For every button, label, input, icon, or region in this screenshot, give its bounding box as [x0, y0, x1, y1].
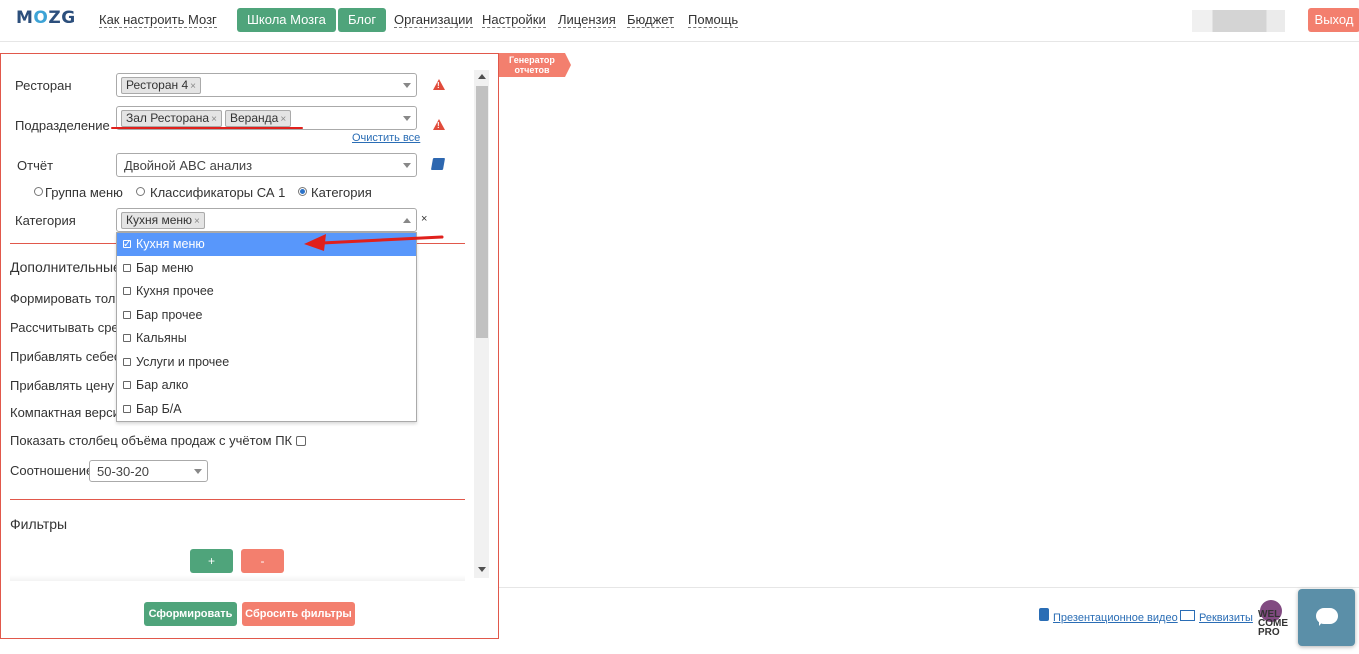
category-option[interactable]: Кухня прочее: [117, 280, 416, 303]
radio-category[interactable]: [298, 187, 307, 196]
checkbox-icon: [123, 381, 131, 389]
ratio-select[interactable]: 50-30-20: [89, 460, 208, 482]
subdivision-tag[interactable]: Веранда ×: [225, 110, 292, 127]
remove-tag-icon: ×: [211, 114, 217, 125]
report-generator-ribbon: Генератор отчетов: [499, 53, 571, 77]
category-option[interactable]: Бар алко: [117, 374, 416, 397]
report-label: Отчёт: [17, 158, 54, 173]
red-underline-annotation: [111, 127, 303, 129]
restaurant-label: Ресторан: [15, 78, 72, 93]
show-volume-row: Показать столбец объёма продаж с учётом …: [10, 433, 307, 448]
nav-help[interactable]: Помощь: [688, 13, 739, 28]
scroll-fade: [10, 575, 465, 581]
nav-school-button[interactable]: Школа Мозга: [237, 8, 336, 32]
nav-organizations[interactable]: Организации: [394, 13, 473, 28]
chevron-down-icon: [194, 469, 202, 474]
warning-icon: !: [433, 119, 445, 130]
nav-budget[interactable]: Бюджет: [627, 13, 675, 28]
option-row: Рассчитывать сред: [10, 320, 126, 335]
warning-icon: !: [433, 79, 445, 90]
red-arrow-annotation: [304, 234, 444, 251]
top-nav: MOZG Как настроить Мозг Школа Мозга Блог…: [0, 0, 1359, 42]
option-row: Формировать тольк: [10, 291, 128, 306]
chevron-down-icon: [403, 163, 411, 168]
subdivision-label: Подразделение: [15, 118, 110, 133]
category-option[interactable]: Бар Б/А: [117, 398, 416, 421]
add-filter-button[interactable]: +: [190, 549, 233, 573]
report-value: Двойной ABC анализ: [124, 158, 253, 173]
option-row: Прибавлять себесто: [10, 349, 134, 364]
additional-heading: Дополнительные: [10, 259, 121, 275]
category-label: Категория: [15, 213, 76, 228]
chat-bubble-icon: [1316, 608, 1338, 626]
chevron-down-icon: [403, 116, 411, 121]
ratio-value: 50-30-20: [97, 464, 150, 479]
radio-classifiers[interactable]: [136, 187, 145, 196]
subdivision-tag[interactable]: Зал Ресторана ×: [121, 110, 222, 127]
logout-button[interactable]: Выход: [1308, 8, 1359, 32]
mozg-logo[interactable]: MOZG: [16, 8, 76, 28]
divider: [10, 499, 465, 500]
category-option[interactable]: Услуги и прочее: [117, 351, 416, 374]
chevron-up-icon: [403, 218, 411, 223]
welcome-pro-logo[interactable]: WEL COME PRO: [1258, 600, 1298, 638]
chat-button[interactable]: [1298, 589, 1355, 646]
scrollbar-thumb[interactable]: [476, 86, 488, 338]
show-volume-label: Показать столбец объёма продаж с учётом …: [10, 433, 293, 448]
scroll-up-icon[interactable]: [478, 74, 486, 79]
remove-tag-icon: ×: [190, 81, 197, 92]
checkbox-checked-icon: [123, 233, 131, 256]
category-option[interactable]: Бар прочее: [117, 304, 416, 327]
nav-license[interactable]: Лицензия: [558, 13, 616, 28]
checkbox-icon: [123, 287, 131, 295]
category-option[interactable]: Кальяны: [117, 327, 416, 350]
nav-settings[interactable]: Настройки: [482, 13, 546, 28]
show-volume-checkbox[interactable]: [296, 436, 307, 446]
checkbox-icon: [123, 311, 131, 319]
filters-heading: Фильтры: [10, 516, 68, 532]
chevron-down-icon: [403, 83, 411, 88]
book-icon[interactable]: [430, 158, 446, 170]
footer-divider: [499, 587, 1359, 588]
youtube-icon: [1039, 608, 1049, 621]
checkbox-icon: [123, 358, 131, 366]
option-row: Компактная версия: [10, 405, 127, 420]
requisites-link[interactable]: Реквизиты: [1199, 612, 1253, 624]
remove-tag-icon: ×: [194, 216, 200, 227]
category-clear-icon[interactable]: ×: [421, 213, 427, 225]
nav-blog-button[interactable]: Блог: [338, 8, 387, 32]
checkbox-icon: [123, 334, 131, 342]
report-select[interactable]: Двойной ABC анализ: [116, 153, 417, 177]
category-option[interactable]: Бар меню: [117, 257, 416, 280]
remove-tag-icon: ×: [280, 114, 287, 125]
category-dropdown: Кухня меню Бар меню Кухня прочее Бар про…: [116, 232, 417, 422]
restaurant-tag[interactable]: Ресторан 4 ×: [121, 77, 202, 94]
requisites-icon: [1180, 610, 1195, 621]
nav-how-to-setup[interactable]: Как настроить Мозг: [99, 13, 217, 28]
user-info-redacted[interactable]: [1192, 10, 1285, 32]
restaurant-select[interactable]: Ресторан 4 ×: [116, 73, 417, 97]
presentation-video-link[interactable]: Презентационное видео: [1053, 612, 1178, 624]
reset-filters-button[interactable]: Сбросить фильтры: [242, 602, 355, 626]
category-tag[interactable]: Кухня меню ×: [121, 212, 205, 229]
scroll-down-icon[interactable]: [478, 567, 486, 572]
radio-menu-group-label: Группа меню: [45, 185, 123, 200]
ratio-label: Соотношение: [10, 463, 94, 478]
radio-classifiers-label: Классификаторы СА 1: [150, 185, 286, 200]
radio-category-label: Категория: [311, 185, 372, 200]
generate-button[interactable]: Сформировать: [144, 602, 237, 626]
clear-all-link[interactable]: Очистить все: [352, 132, 420, 144]
remove-filter-button[interactable]: -: [241, 549, 284, 573]
checkbox-icon: [123, 264, 131, 272]
checkbox-icon: [123, 405, 131, 413]
radio-menu-group[interactable]: [34, 187, 43, 196]
